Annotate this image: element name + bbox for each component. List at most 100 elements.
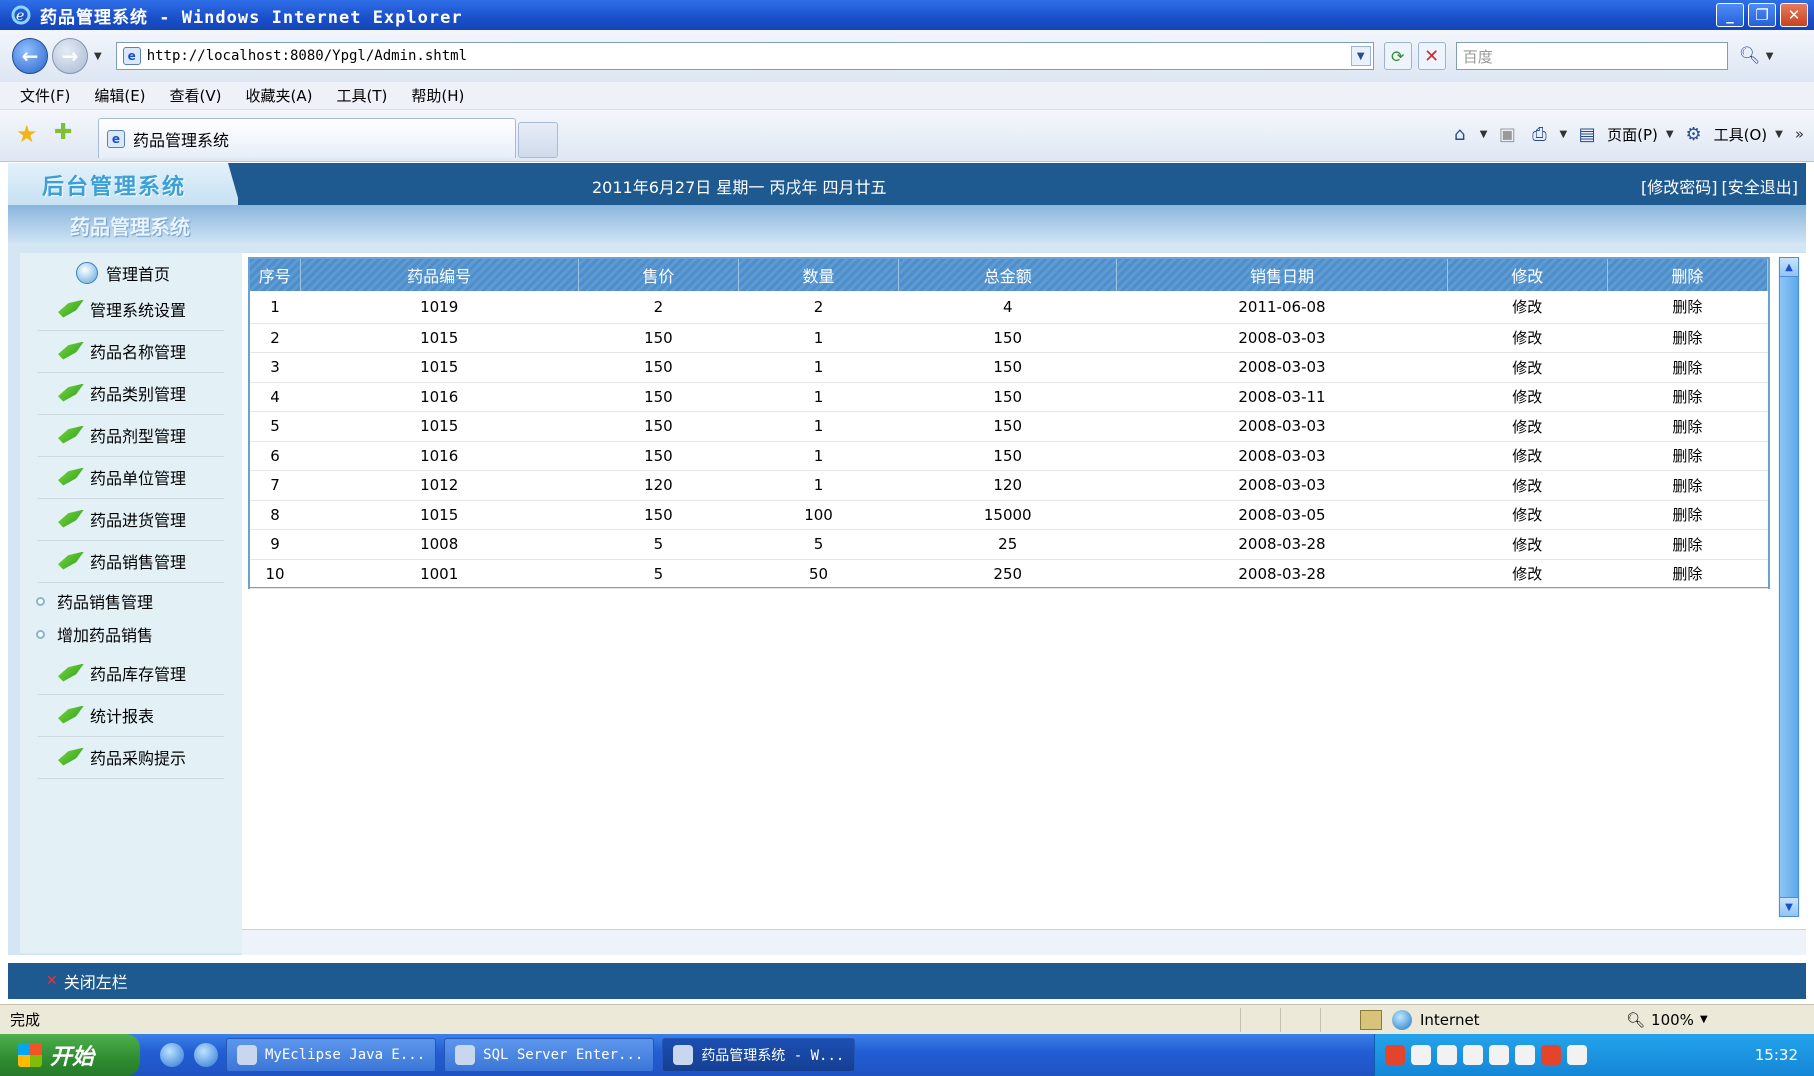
subitem-drug-sales-manage[interactable]: 药品销售管理 xyxy=(36,589,153,613)
sidebar-item-drug-inventory[interactable]: 药品库存管理 xyxy=(38,651,224,695)
sidebar-item-drug-sales[interactable]: 药品销售管理 xyxy=(38,539,224,583)
sidebar-home[interactable]: 管理首页 xyxy=(76,261,170,285)
print-dropdown-icon[interactable]: ▼ xyxy=(1559,129,1567,140)
security-zone[interactable]: Internet xyxy=(1392,1009,1612,1030)
tray-qq-icon[interactable] xyxy=(1463,1045,1483,1065)
edit-link[interactable]: 修改 xyxy=(1447,441,1608,471)
sidebar-item-purchase-alerts[interactable]: 药品采购提示 xyxy=(38,735,224,779)
quicklaunch-browser-icon[interactable] xyxy=(194,1043,218,1067)
sidebar-item-drug-dosage-forms[interactable]: 药品剂型管理 xyxy=(38,413,224,457)
scroll-up-icon[interactable]: ▲ xyxy=(1779,257,1799,277)
table-cell: 2008-03-03 xyxy=(1116,352,1448,383)
scrollbar-thumb[interactable] xyxy=(1779,257,1799,917)
new-tab-button[interactable] xyxy=(518,122,558,158)
address-bar[interactable]: e http://localhost:8080/Ypgl/Admin.shtml… xyxy=(115,42,1374,70)
taskbar-item-ie[interactable]: 药品管理系统 - W... xyxy=(662,1038,856,1072)
scroll-down-icon[interactable]: ▼ xyxy=(1779,897,1799,917)
change-password-link[interactable]: [修改密码] xyxy=(1641,174,1718,198)
zoom-control[interactable]: 🔍︎ 100% ▼ xyxy=(1626,1011,1708,1029)
start-button[interactable]: 开始 xyxy=(0,1034,140,1076)
menu-tools[interactable]: 工具(T) xyxy=(336,85,387,106)
sidebar-item-drug-units[interactable]: 药品单位管理 xyxy=(38,455,224,499)
tools-menu[interactable]: 工具(O) xyxy=(1714,124,1768,145)
sqlserver-icon xyxy=(455,1045,476,1065)
print-icon[interactable]: ⎙ xyxy=(1527,122,1551,146)
tray-sogou-icon[interactable] xyxy=(1385,1045,1405,1065)
feeds-icon[interactable]: ▣ xyxy=(1495,122,1519,146)
close-button[interactable]: ✕ xyxy=(1780,3,1808,27)
edit-link[interactable]: 修改 xyxy=(1447,291,1608,324)
edit-link[interactable]: 修改 xyxy=(1447,559,1608,589)
forward-button[interactable]: → xyxy=(52,38,88,74)
taskbar-item-myeclipse[interactable]: MyEclipse Java E... xyxy=(226,1038,437,1072)
close-sidebar-icon[interactable]: ✕ xyxy=(46,973,58,989)
sidebar-item-label: 药品名称管理 xyxy=(90,342,187,362)
add-favorites-icon[interactable]: ✚ xyxy=(54,120,72,145)
tab-current[interactable]: e 药品管理系统 xyxy=(98,118,516,158)
delete-link[interactable]: 删除 xyxy=(1607,529,1768,560)
edit-link[interactable]: 修改 xyxy=(1447,500,1608,530)
delete-link[interactable]: 删除 xyxy=(1607,559,1768,589)
search-icon[interactable]: 🔍︎ xyxy=(1736,42,1764,70)
favorites-star-icon[interactable]: ★ xyxy=(16,120,38,148)
table-cell: 50 xyxy=(738,559,899,589)
stop-button[interactable]: ✕ xyxy=(1417,42,1446,70)
menu-file[interactable]: 文件(F) xyxy=(20,85,70,106)
delete-link[interactable]: 删除 xyxy=(1607,323,1768,353)
delete-link[interactable]: 删除 xyxy=(1607,291,1768,324)
page-menu[interactable]: 页面(P) xyxy=(1607,124,1658,145)
edit-link[interactable]: 修改 xyxy=(1447,382,1608,412)
logout-link[interactable]: [安全退出] xyxy=(1722,174,1799,198)
restore-button[interactable]: ❐ xyxy=(1748,3,1776,27)
tray-update-icon[interactable] xyxy=(1567,1045,1587,1065)
search-options-dropdown-icon[interactable]: ▼ xyxy=(1766,51,1774,62)
sidebar-item-system-settings[interactable]: 管理系统设置 xyxy=(38,287,224,331)
tray-volume-icon[interactable] xyxy=(1515,1045,1535,1065)
tray-arrow-icon[interactable] xyxy=(1411,1045,1431,1065)
taskbar-item-sqlserver[interactable]: SQL Server Enter... xyxy=(444,1038,655,1072)
edit-link[interactable]: 修改 xyxy=(1447,529,1608,560)
sidebar-item-reports[interactable]: 统计报表 xyxy=(38,693,224,737)
leaf-icon xyxy=(58,383,84,402)
edit-link[interactable]: 修改 xyxy=(1447,352,1608,383)
edit-link[interactable]: 修改 xyxy=(1447,470,1608,501)
address-dropdown-icon[interactable]: ▼ xyxy=(1350,46,1371,66)
sidebar-item-drug-purchases[interactable]: 药品进货管理 xyxy=(38,497,224,541)
quicklaunch-ie-icon[interactable] xyxy=(160,1043,184,1067)
delete-link[interactable]: 删除 xyxy=(1607,411,1768,442)
edit-link[interactable]: 修改 xyxy=(1447,411,1608,442)
vertical-scrollbar[interactable]: ▲ ▼ xyxy=(1778,257,1800,917)
tray-app-icon[interactable] xyxy=(1437,1045,1457,1065)
page-dropdown-icon[interactable]: ▼ xyxy=(1666,129,1674,140)
edit-link[interactable]: 修改 xyxy=(1447,323,1608,353)
menu-view[interactable]: 查看(V) xyxy=(170,85,222,106)
tray-security-icon[interactable] xyxy=(1541,1045,1561,1065)
tab-page-icon: e xyxy=(107,129,125,148)
home-dropdown-icon[interactable]: ▼ xyxy=(1480,129,1488,140)
menu-help[interactable]: 帮助(H) xyxy=(411,85,464,106)
tools-dropdown-icon[interactable]: ▼ xyxy=(1775,129,1783,140)
delete-link[interactable]: 删除 xyxy=(1607,382,1768,412)
menu-favorites[interactable]: 收藏夹(A) xyxy=(246,85,313,106)
delete-link[interactable]: 删除 xyxy=(1607,352,1768,383)
sidebar-item-drug-names[interactable]: 药品名称管理 xyxy=(38,329,224,373)
zoom-dropdown-icon[interactable]: ▼ xyxy=(1700,1014,1708,1025)
minimize-button[interactable]: _ xyxy=(1716,3,1744,27)
sidebar-item-drug-categories[interactable]: 药品类别管理 xyxy=(38,371,224,415)
delete-link[interactable]: 删除 xyxy=(1607,441,1768,471)
search-input[interactable]: 百度 xyxy=(1455,42,1728,70)
menu-edit[interactable]: 编辑(E) xyxy=(94,85,145,106)
sidebar-item-label: 药品进货管理 xyxy=(90,510,187,530)
delete-link[interactable]: 删除 xyxy=(1607,470,1768,501)
history-dropdown-icon[interactable]: ▼ xyxy=(94,51,102,62)
address-url[interactable]: http://localhost:8080/Ypgl/Admin.shtml xyxy=(147,48,467,64)
col-header-edit: 修改 xyxy=(1447,259,1608,291)
home-icon[interactable]: ⌂ xyxy=(1448,122,1472,146)
close-sidebar-link[interactable]: 关闭左栏 xyxy=(64,969,128,993)
chevron-more-icon[interactable]: » xyxy=(1795,125,1804,143)
back-button[interactable]: ← xyxy=(12,38,48,74)
subitem-add-drug-sale[interactable]: 增加药品销售 xyxy=(36,622,153,646)
refresh-button[interactable]: ⟳ xyxy=(1383,42,1412,70)
delete-link[interactable]: 删除 xyxy=(1607,500,1768,530)
tray-network-icon[interactable] xyxy=(1489,1045,1509,1065)
